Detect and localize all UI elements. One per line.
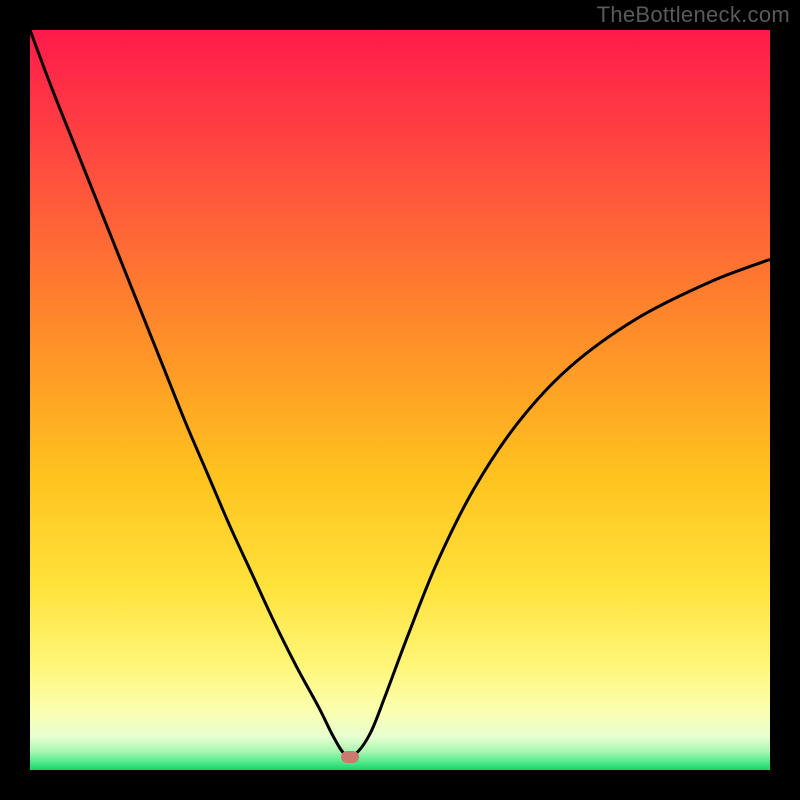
optimum-marker: [341, 751, 359, 763]
bottleneck-curve: [30, 30, 770, 756]
watermark-text: TheBottleneck.com: [597, 2, 790, 28]
curve-layer: [30, 30, 770, 770]
chart-container: TheBottleneck.com: [0, 0, 800, 800]
plot-area: [30, 30, 770, 770]
